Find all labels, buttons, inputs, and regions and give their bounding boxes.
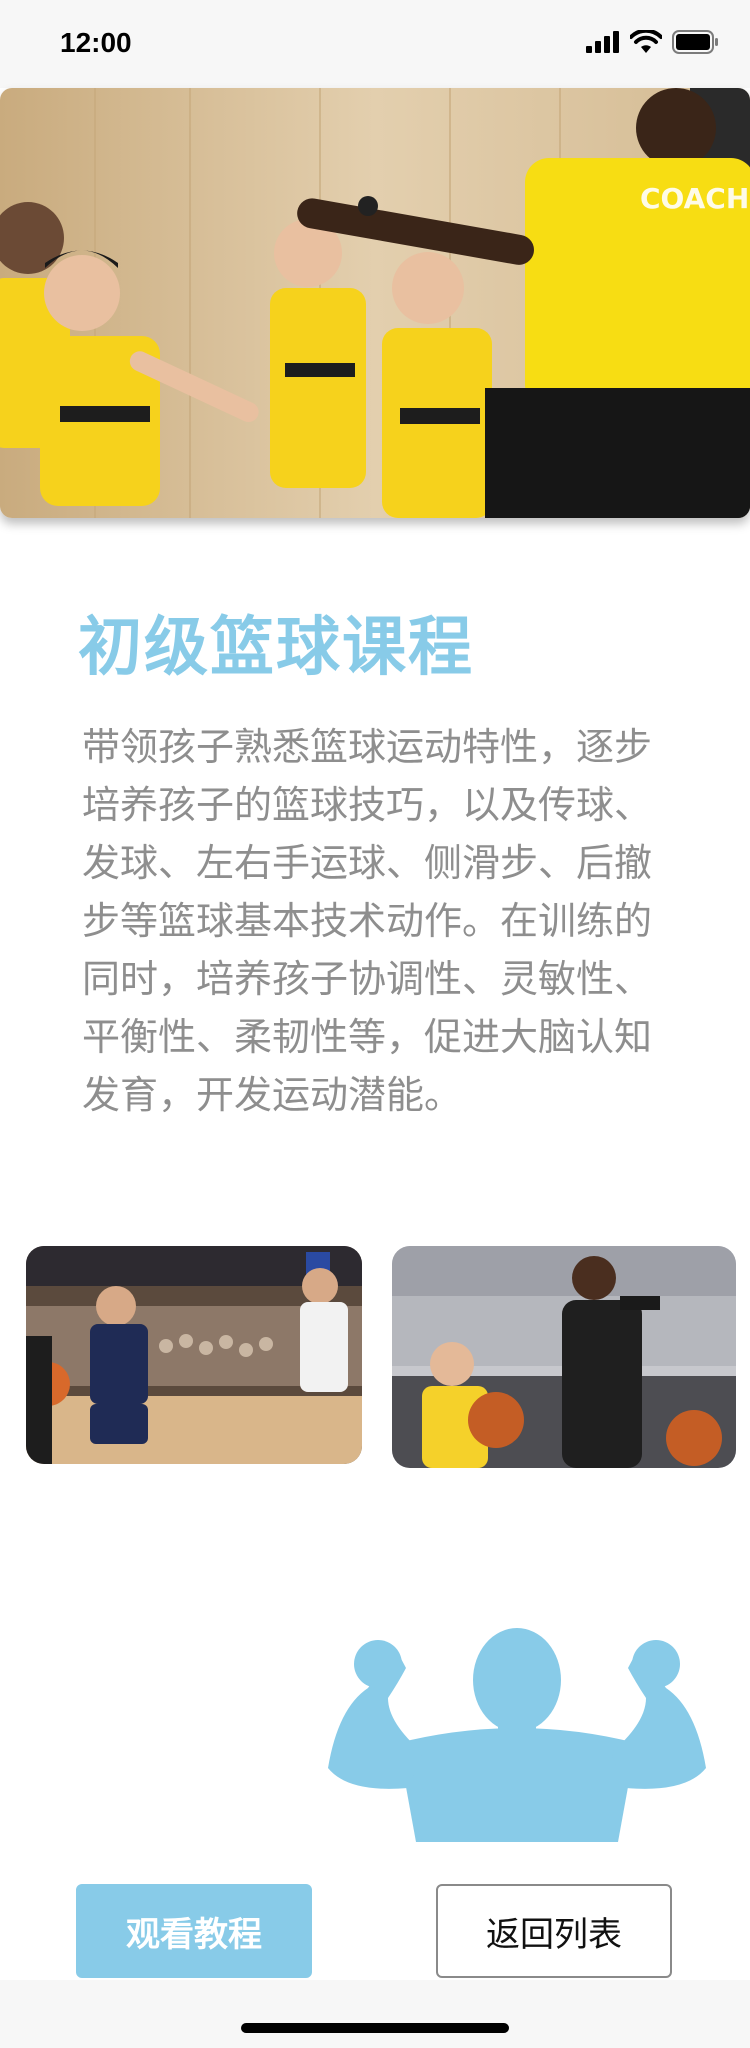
status-icons bbox=[586, 30, 720, 54]
watch-tutorial-button[interactable]: 观看教程 bbox=[76, 1884, 312, 1978]
hero-image: COACH bbox=[0, 88, 750, 518]
course-description: 带领孩子熟悉篮球运动特性，逐步培养孩子的篮球技巧，以及传球、发球、左右手运球、侧… bbox=[82, 725, 653, 1117]
svg-text:COACH: COACH bbox=[640, 182, 749, 215]
home-indicator-area bbox=[0, 1980, 750, 2048]
status-bar: 12:00 bbox=[0, 0, 750, 88]
status-time: 12:00 bbox=[60, 27, 132, 58]
muscle-mascot-icon bbox=[328, 1628, 706, 1842]
home-indicator[interactable] bbox=[241, 2023, 509, 2033]
cellular-signal-icon bbox=[586, 31, 619, 53]
course-photo-game bbox=[26, 1246, 362, 1464]
course-title: 初级篮球课程 bbox=[78, 611, 474, 685]
course-photo-training bbox=[392, 1246, 736, 1468]
battery-icon bbox=[672, 30, 718, 54]
wifi-icon bbox=[630, 30, 662, 53]
back-to-list-button[interactable]: 返回列表 bbox=[436, 1884, 672, 1978]
